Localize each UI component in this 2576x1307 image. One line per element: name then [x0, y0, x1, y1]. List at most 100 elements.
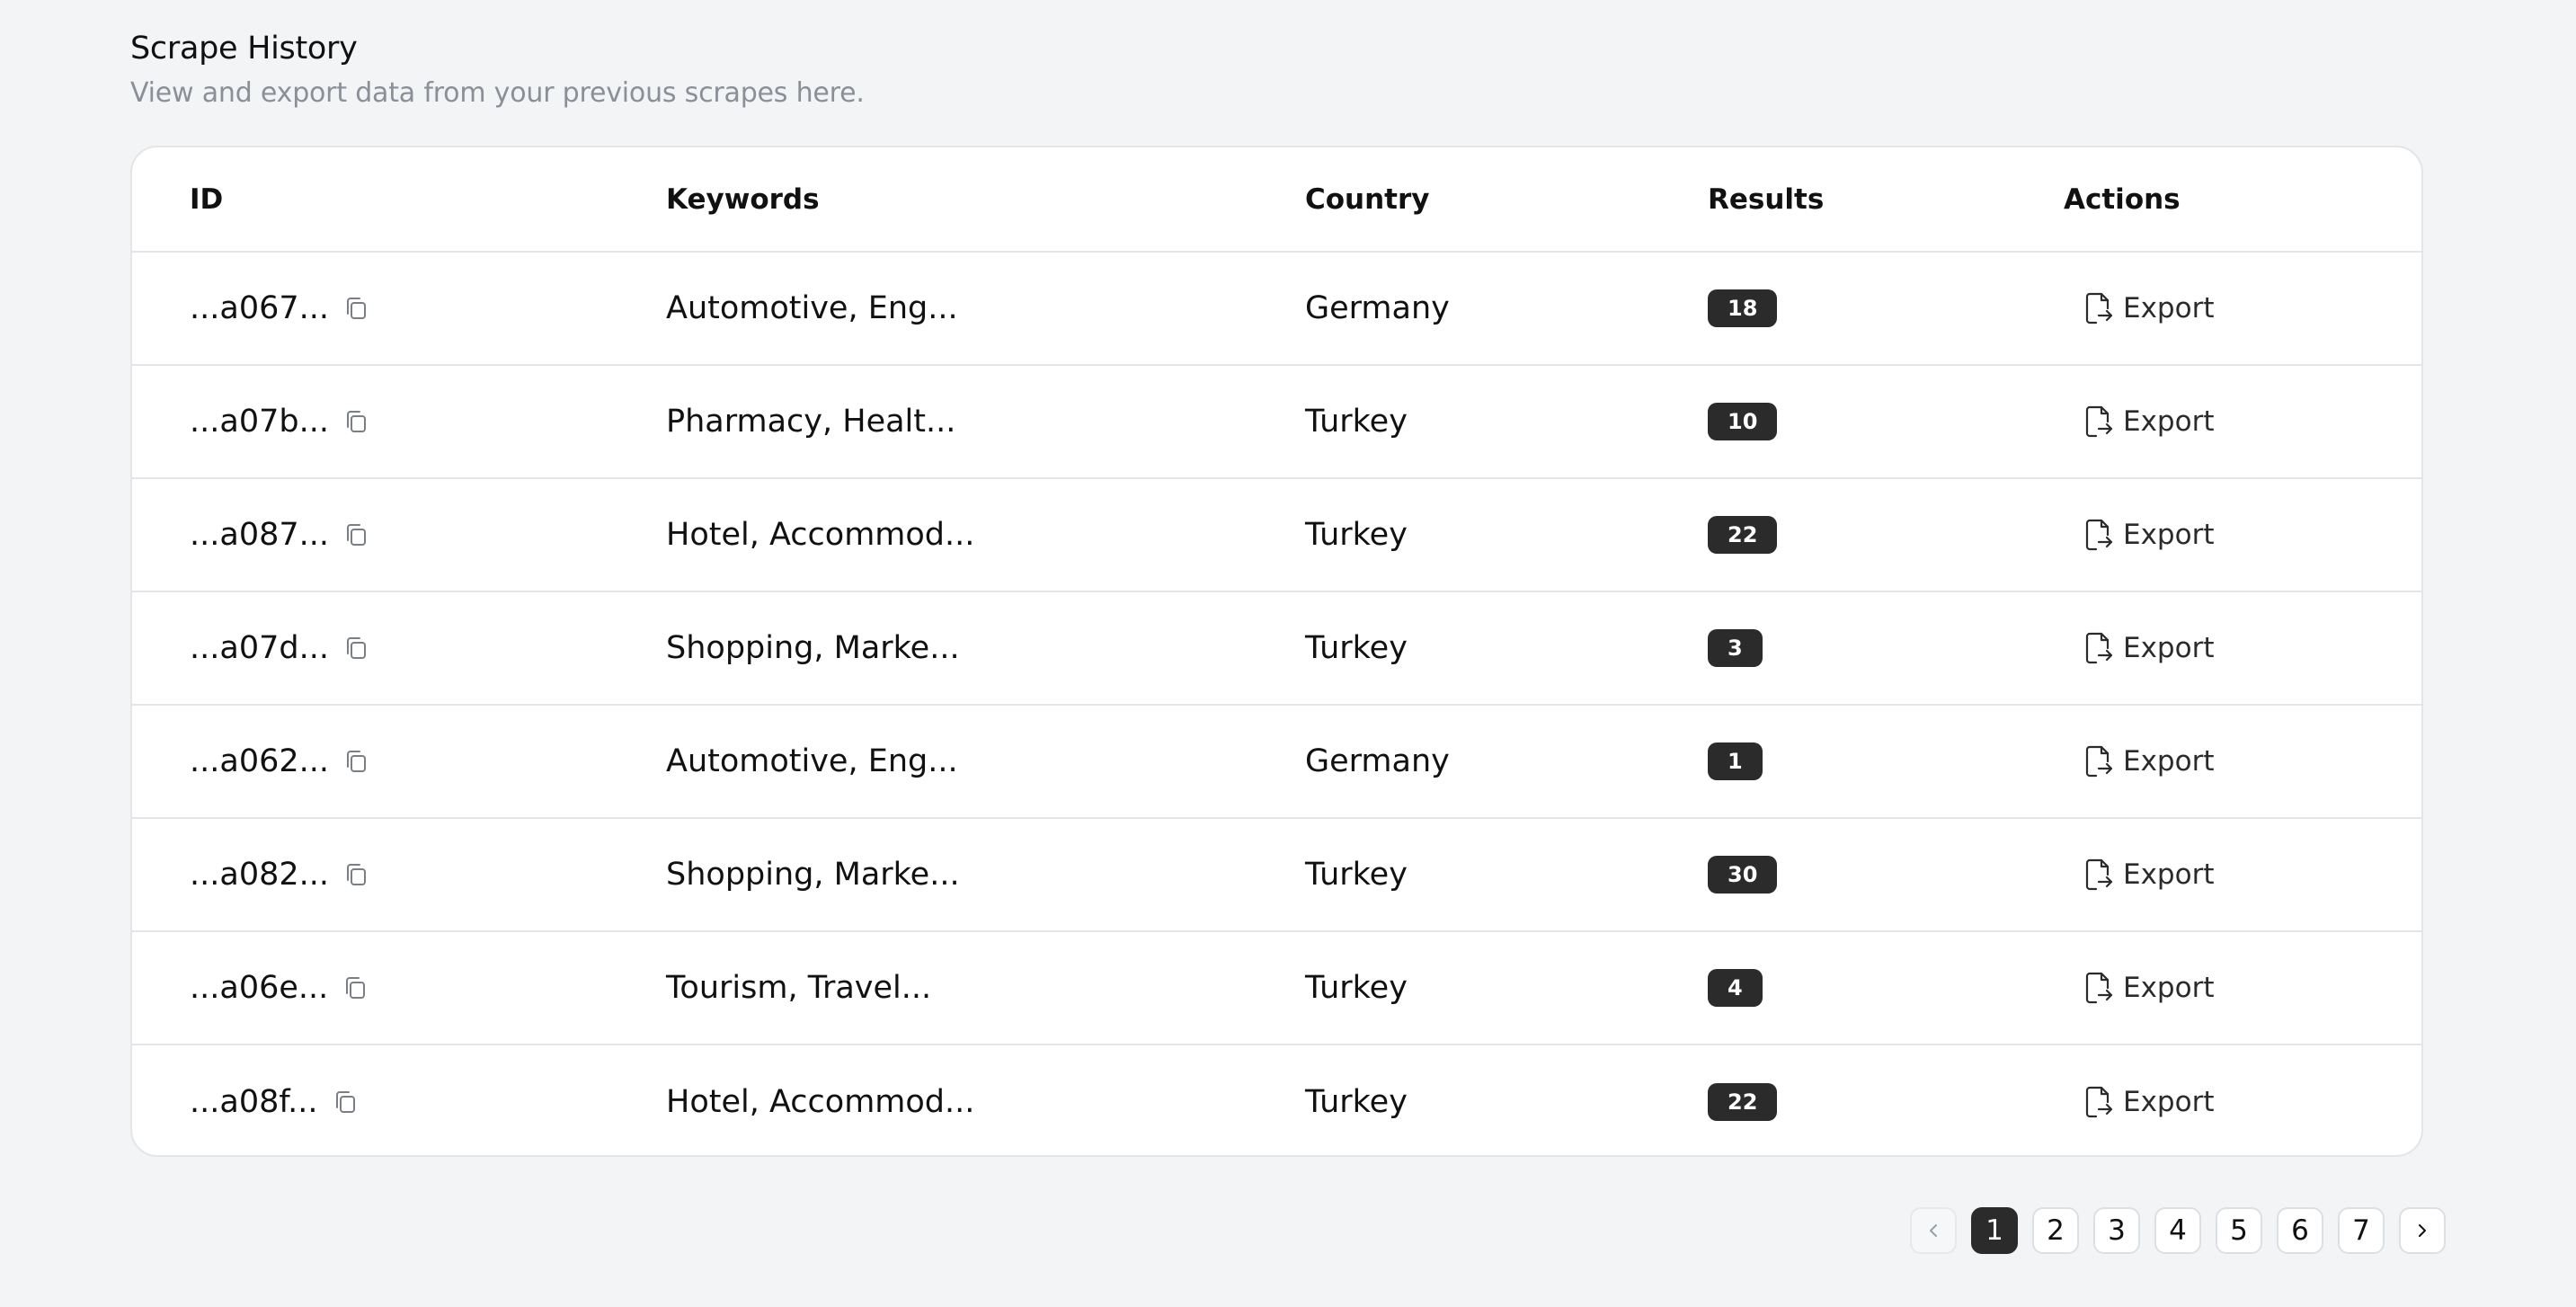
export-button[interactable]: Export [2083, 518, 2214, 552]
export-button[interactable]: Export [2083, 971, 2214, 1005]
results-badge: 18 [1708, 289, 1778, 327]
header: Scrape History View and export data from… [130, 31, 865, 109]
keywords-cell: Shopping, Marke... [666, 857, 960, 893]
actions-cell: Export [2064, 291, 2214, 325]
export-label: Export [2123, 292, 2215, 325]
results-cell: 10 [1708, 403, 1778, 440]
scrape-id: ...a067... [190, 290, 330, 326]
country-cell: Germany [1305, 743, 1450, 779]
copy-icon[interactable] [343, 748, 369, 775]
column-header-keywords: Keywords [666, 182, 820, 216]
file-export-icon [2085, 1086, 2113, 1118]
export-button[interactable]: Export [2083, 631, 2214, 665]
page-button-3[interactable]: 3 [2093, 1207, 2140, 1254]
table-row: ...a067... Automotive, Eng... Germany 18 [132, 253, 2421, 366]
next-page-button[interactable] [2399, 1207, 2446, 1254]
export-button[interactable]: Export [2083, 858, 2214, 892]
page-title: Scrape History [130, 31, 358, 67]
file-export-icon [2085, 405, 2113, 438]
table-row: ...a087... Hotel, Accommod... Turkey 22 [132, 479, 2421, 592]
id-cell: ...a08f... [190, 1084, 358, 1120]
scrape-id: ...a07b... [190, 404, 329, 440]
column-header-country: Country [1305, 182, 1430, 216]
copy-icon[interactable] [342, 974, 368, 1001]
actions-cell: Export [2064, 971, 2214, 1005]
table-header: ID Keywords Country Results Actions [132, 147, 2421, 253]
id-cell: ...a07d... [190, 630, 369, 666]
file-export-icon [2085, 292, 2113, 325]
page-button-2[interactable]: 2 [2032, 1207, 2079, 1254]
results-badge: 30 [1708, 856, 1778, 894]
results-cell: 3 [1708, 629, 1763, 667]
results-cell: 1 [1708, 742, 1763, 780]
keywords-cell: Tourism, Travel... [666, 970, 932, 1006]
file-export-icon [2085, 972, 2113, 1004]
scrape-id: ...a06e... [190, 970, 329, 1006]
country-cell: Turkey [1305, 517, 1408, 553]
keywords-cell: Automotive, Eng... [666, 290, 958, 326]
results-badge: 1 [1708, 742, 1763, 780]
export-button[interactable]: Export [2083, 405, 2214, 439]
copy-icon[interactable] [343, 295, 369, 322]
page-subtitle: View and export data from your previous … [130, 77, 865, 109]
page-button-4[interactable]: 4 [2154, 1207, 2201, 1254]
actions-cell: Export [2064, 518, 2214, 552]
keywords-cell: Pharmacy, Healt... [666, 404, 956, 440]
scrape-id: ...a062... [190, 743, 330, 779]
copy-icon[interactable] [343, 861, 369, 888]
copy-icon[interactable] [343, 521, 369, 548]
table-body: ...a067... Automotive, Eng... Germany 18 [132, 253, 2421, 1155]
id-cell: ...a07b... [190, 404, 369, 440]
actions-cell: Export [2064, 405, 2214, 439]
scrape-id: ...a07d... [190, 630, 329, 666]
keywords-cell: Hotel, Accommod... [666, 1084, 975, 1120]
country-cell: Turkey [1305, 630, 1408, 666]
actions-cell: Export [2064, 858, 2214, 892]
table-row: ...a062... Automotive, Eng... Germany 1 [132, 706, 2421, 819]
results-cell: 4 [1708, 969, 1763, 1007]
chevron-left-icon [1930, 1224, 1937, 1237]
export-label: Export [2123, 972, 2215, 1004]
file-export-icon [2085, 632, 2113, 664]
export-label: Export [2123, 405, 2215, 438]
results-badge: 4 [1708, 969, 1763, 1007]
table-row: ...a082... Shopping, Marke... Turkey 30 [132, 819, 2421, 932]
id-cell: ...a082... [190, 857, 369, 893]
actions-cell: Export [2064, 744, 2214, 778]
keywords-cell: Automotive, Eng... [666, 743, 958, 779]
export-button[interactable]: Export [2083, 744, 2214, 778]
results-badge: 22 [1708, 1083, 1778, 1121]
page-button-5[interactable]: 5 [2216, 1207, 2262, 1254]
page-button-7[interactable]: 7 [2338, 1207, 2385, 1254]
pagination: 1234567 [1910, 1207, 2446, 1254]
results-cell: 22 [1708, 1083, 1778, 1121]
page-button-1[interactable]: 1 [1971, 1207, 2018, 1254]
export-button[interactable]: Export [2083, 1085, 2214, 1119]
page-button-6[interactable]: 6 [2277, 1207, 2323, 1254]
id-cell: ...a06e... [190, 970, 368, 1006]
results-badge: 10 [1708, 403, 1778, 440]
export-label: Export [2123, 1086, 2215, 1118]
results-badge: 3 [1708, 629, 1763, 667]
column-header-results: Results [1708, 182, 1825, 216]
scrape-id: ...a082... [190, 857, 330, 893]
export-label: Export [2123, 745, 2215, 778]
page-numbers: 1234567 [1971, 1207, 2385, 1254]
prev-page-button[interactable] [1910, 1207, 1957, 1254]
file-export-icon [2085, 745, 2113, 778]
file-export-icon [2085, 858, 2113, 891]
actions-cell: Export [2064, 1085, 2214, 1119]
column-header-actions: Actions [2064, 182, 2181, 216]
file-export-icon [2085, 519, 2113, 551]
results-badge: 22 [1708, 516, 1778, 554]
export-button[interactable]: Export [2083, 291, 2214, 325]
keywords-cell: Hotel, Accommod... [666, 517, 975, 553]
country-cell: Germany [1305, 290, 1450, 326]
copy-icon[interactable] [343, 635, 369, 662]
id-cell: ...a067... [190, 290, 369, 326]
copy-icon[interactable] [343, 408, 369, 435]
results-cell: 18 [1708, 289, 1778, 327]
copy-icon[interactable] [333, 1089, 358, 1116]
scrape-history-table: ID Keywords Country Results Actions ...a… [130, 146, 2423, 1157]
results-cell: 30 [1708, 856, 1778, 894]
